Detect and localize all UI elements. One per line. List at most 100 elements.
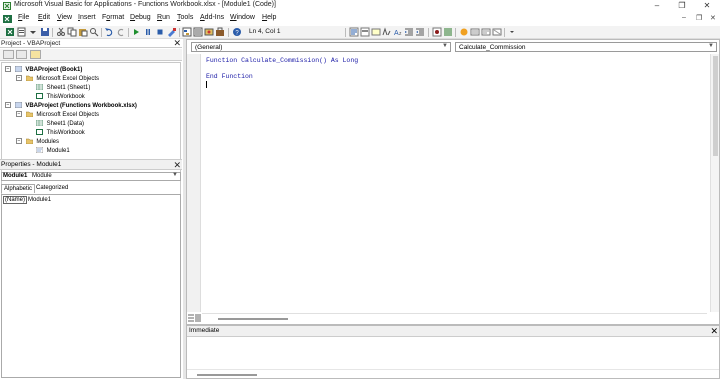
chevron-down-icon[interactable]: ▼ — [172, 172, 178, 178]
code-line[interactable]: End Function — [206, 73, 253, 80]
tab-alphabetic[interactable]: Alphabetic — [1, 184, 36, 193]
menu-window[interactable]: Window — [230, 14, 255, 21]
design-mode-icon[interactable] — [167, 27, 177, 37]
menu-file[interactable]: File — [18, 14, 29, 21]
toolbar-options-icon[interactable] — [507, 27, 517, 37]
scrollbar-thumb[interactable] — [218, 318, 288, 320]
run-icon[interactable] — [131, 27, 141, 37]
procedure-dropdown[interactable]: Calculate_Commission ▼ — [455, 42, 717, 52]
tree-node[interactable]: ThisWorkbook — [36, 129, 85, 137]
quick-info-icon[interactable] — [371, 27, 381, 37]
undo-icon[interactable] — [104, 27, 114, 37]
close-icon[interactable]: ✕ — [173, 160, 181, 171]
mdi-close-button[interactable]: ✕ — [710, 14, 716, 22]
properties-window-icon[interactable] — [193, 27, 203, 37]
parameter-info-icon[interactable] — [382, 27, 392, 37]
menu-view[interactable]: View — [57, 14, 72, 21]
insert-module-icon[interactable] — [17, 27, 27, 37]
restore-button[interactable]: ❐ — [671, 0, 693, 12]
margin-indicator-bar[interactable] — [187, 54, 201, 312]
complete-word-icon[interactable]: Az — [393, 27, 403, 37]
object-dropdown[interactable]: (General) ▼ — [191, 42, 451, 52]
menu-debug[interactable]: Debug — [130, 14, 151, 21]
code-line[interactable]: Function Calculate_Commission() As Long — [206, 57, 358, 64]
mdi-minimize-button[interactable]: – — [682, 14, 686, 21]
object-dropdown-value: (General) — [195, 44, 223, 51]
tree-node[interactable]: − VBAProject (Functions Workbook.xlsx) — [5, 102, 137, 110]
toggle-bookmark-icon[interactable] — [459, 27, 469, 37]
menu-edit[interactable]: Edit — [38, 14, 50, 21]
tab-categorized[interactable]: Categorized — [34, 184, 70, 192]
scrollbar-thumb[interactable] — [197, 374, 257, 376]
comment-block-icon[interactable] — [443, 27, 453, 37]
toolbar-separator — [428, 28, 429, 37]
find-icon[interactable] — [89, 27, 99, 37]
collapse-icon[interactable]: − — [5, 66, 11, 73]
excel-view-icon[interactable] — [3, 14, 13, 24]
property-row[interactable]: (Name) Module1 — [3, 196, 51, 204]
object-browser-icon[interactable] — [204, 27, 214, 37]
procedure-view-icon[interactable] — [188, 314, 194, 322]
previous-bookmark-icon[interactable] — [481, 27, 491, 37]
scrollbar-thumb[interactable] — [713, 56, 718, 156]
horizontal-scrollbar[interactable] — [187, 369, 719, 378]
menu-format[interactable]: Format — [102, 14, 124, 21]
help-icon[interactable]: ? — [232, 27, 242, 37]
collapse-icon[interactable]: − — [16, 75, 22, 82]
mdi-restore-button[interactable]: ❐ — [696, 14, 702, 22]
tree-node[interactable]: − VBAProject (Book1) — [5, 66, 82, 74]
collapse-icon[interactable]: − — [16, 111, 22, 118]
full-module-view-icon[interactable] — [195, 314, 201, 322]
chevron-down-icon[interactable]: ▼ — [442, 43, 448, 49]
tree-node[interactable]: Module1 — [36, 147, 70, 155]
tree-node-label: Modules — [36, 139, 60, 145]
menu-run[interactable]: Run — [157, 14, 170, 21]
list-constants-icon[interactable] — [360, 27, 370, 37]
tree-node[interactable]: Sheet1 (Data) — [36, 120, 84, 128]
indent-icon[interactable] — [404, 27, 414, 37]
vertical-scrollbar[interactable] — [710, 54, 719, 312]
paste-icon[interactable] — [78, 27, 88, 37]
break-icon[interactable] — [143, 27, 153, 37]
collapse-icon[interactable]: − — [16, 138, 22, 145]
tree-node[interactable]: − Modules — [16, 138, 59, 146]
collapse-icon[interactable]: − — [5, 102, 11, 109]
horizontal-scrollbar[interactable] — [202, 313, 707, 323]
next-bookmark-icon[interactable] — [470, 27, 480, 37]
tree-node[interactable]: Sheet1 (Sheet1) — [36, 84, 90, 92]
dropdown-arrow-icon[interactable] — [28, 27, 38, 37]
copy-icon[interactable] — [67, 27, 77, 37]
immediate-input[interactable] — [187, 338, 719, 370]
clear-bookmarks-icon[interactable] — [492, 27, 502, 37]
minimize-button[interactable]: – — [646, 0, 668, 12]
menu-insert[interactable]: Insert — [78, 14, 96, 21]
menu-help[interactable]: Help — [262, 14, 276, 21]
list-properties-icon[interactable] — [349, 27, 359, 37]
tree-node[interactable]: − Microsoft Excel Objects — [16, 75, 99, 83]
tree-node-label: Microsoft Excel Objects — [36, 112, 100, 118]
property-value[interactable]: Module1 — [28, 197, 51, 203]
chevron-down-icon[interactable]: ▼ — [708, 43, 714, 49]
menu-tools[interactable]: Tools — [177, 14, 193, 21]
tree-node[interactable]: − Microsoft Excel Objects — [16, 111, 99, 119]
toolbox-icon[interactable] — [215, 27, 225, 37]
view-object-button[interactable] — [16, 50, 27, 59]
object-selector[interactable]: Module1 Module ▼ — [1, 172, 181, 181]
reset-icon[interactable] — [155, 27, 165, 37]
save-icon[interactable] — [40, 27, 50, 37]
code-editor[interactable]: Function Calculate_Commission() As Long … — [202, 54, 707, 312]
project-explorer-icon[interactable] — [182, 27, 192, 37]
view-excel-icon[interactable] — [5, 27, 15, 37]
toggle-folders-button[interactable] — [30, 50, 41, 59]
view-code-button[interactable] — [3, 50, 14, 59]
outdent-icon[interactable] — [415, 27, 425, 37]
tree-node[interactable]: ThisWorkbook — [36, 93, 85, 101]
close-icon[interactable]: ✕ — [710, 326, 718, 337]
close-button[interactable]: ✕ — [696, 0, 718, 12]
menu-add-ins[interactable]: Add-Ins — [200, 14, 224, 21]
toggle-breakpoint-icon[interactable] — [432, 27, 442, 37]
cut-icon[interactable] — [56, 27, 66, 37]
redo-icon[interactable] — [116, 27, 126, 37]
close-icon[interactable]: ✕ — [173, 38, 181, 49]
property-name: (Name) — [3, 196, 28, 204]
